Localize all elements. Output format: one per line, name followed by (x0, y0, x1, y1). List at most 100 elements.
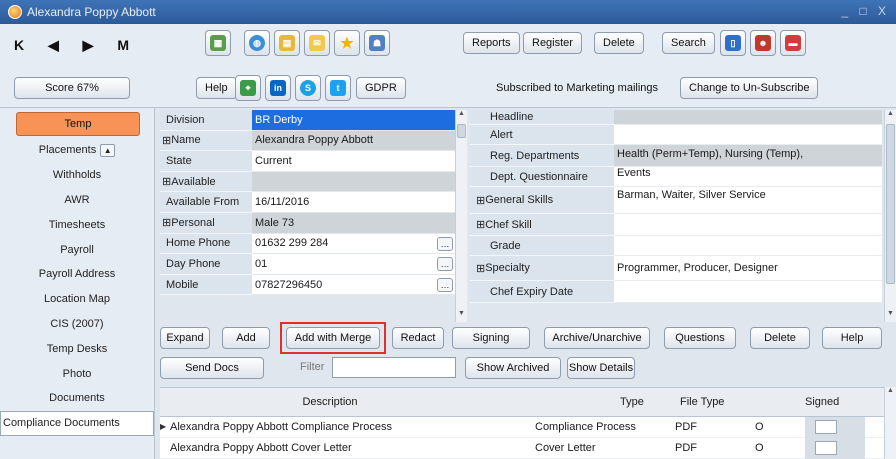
expand-icon[interactable]: ⊞ (476, 262, 485, 275)
signed-checkbox[interactable] (815, 441, 837, 455)
expand-icon[interactable]: ⊞ (162, 175, 171, 188)
grade-field[interactable] (614, 236, 882, 256)
field-label-text: Chef Skill (485, 218, 532, 231)
sidebar-item-location-map[interactable]: Location Map (0, 287, 154, 312)
general-skills-field[interactable]: Barman, Waiter, Silver Service (614, 187, 882, 214)
send-docs-button[interactable]: Send Docs (160, 357, 264, 379)
sidebar-item-placements[interactable]: Placements ▲ (0, 138, 154, 163)
sidebar-item-withholds[interactable]: Withholds (0, 163, 154, 188)
ellipsis-icon[interactable]: … (437, 277, 453, 292)
show-details-button[interactable]: Show Details (567, 357, 635, 379)
expand-icon[interactable]: ⊞ (476, 194, 485, 207)
window-controls[interactable]: _ □ X (841, 4, 890, 18)
mail-button[interactable]: ✉ (304, 30, 330, 56)
personal-field[interactable]: Male 73 (252, 212, 455, 234)
record-navigation[interactable]: K ◀ ▶ M (14, 37, 139, 54)
scroll-up-icon[interactable]: ▲ (456, 110, 467, 122)
expand-button[interactable]: Expand (160, 327, 210, 349)
day-phone-field[interactable]: 01… (252, 254, 455, 275)
help-docs-button[interactable]: Help (822, 327, 882, 349)
expand-icon[interactable]: ⊞ (162, 134, 171, 147)
expand-icon[interactable]: ⊞ (476, 218, 485, 231)
score-button[interactable]: Score 67% (14, 77, 130, 99)
map-button[interactable]: ⌖ (235, 75, 261, 101)
gdpr-button[interactable]: GDPR (356, 77, 406, 99)
sidebar-item-label: AWR (64, 193, 90, 206)
scroll-thumb[interactable] (457, 124, 466, 138)
left-grid-scrollbar[interactable]: ▲ ▼ (455, 110, 467, 322)
reports-button[interactable]: Reports (463, 32, 520, 54)
search-button[interactable]: Search (662, 32, 715, 54)
table-row[interactable]: Alexandra Poppy Abbott Cover Letter Cove… (160, 437, 890, 459)
filter-input[interactable] (332, 357, 456, 378)
scroll-up-icon[interactable]: ▲ (885, 110, 896, 122)
sidebar-item-cis[interactable]: CIS (2007) (0, 312, 154, 337)
name-field[interactable]: Alexandra Poppy Abbott (252, 130, 455, 152)
change-subscribe-button[interactable]: Change to Un-Subscribe (680, 77, 819, 99)
reg-departments-field[interactable]: Health (Perm+Temp), Nursing (Temp), (614, 145, 882, 167)
alert-field[interactable] (614, 125, 882, 145)
add-button[interactable]: Add (222, 327, 270, 349)
calculator-button[interactable]: ▦ (205, 30, 231, 56)
archive-unarchive-button[interactable]: Archive/Unarchive (544, 327, 650, 349)
questions-button[interactable]: Questions (664, 327, 736, 349)
available-from-field[interactable]: 16/11/2016 (252, 192, 455, 213)
delete-document-button[interactable]: Delete (750, 327, 810, 349)
field-label: ⊞ Personal (160, 212, 252, 234)
register-button[interactable]: Register (523, 32, 582, 54)
division-field[interactable]: BR Derby (252, 110, 455, 131)
sidebar-item-photo[interactable]: Photo (0, 361, 154, 386)
column-header-file-type[interactable]: File Type (670, 396, 780, 408)
scroll-up-icon[interactable]: ▲ (885, 387, 896, 399)
exit-button[interactable]: ▯ (720, 30, 746, 56)
contact-button[interactable]: ☗ (364, 30, 390, 56)
table-scrollbar[interactable]: ▲ (884, 387, 896, 459)
available-field[interactable] (252, 171, 455, 193)
specialty-field[interactable]: Programmer, Producer, Designer (614, 256, 882, 281)
chef-skill-field[interactable] (614, 214, 882, 236)
sidebar-item-payroll-address[interactable]: Payroll Address (0, 262, 154, 287)
sidebar-item-payroll[interactable]: Payroll (0, 237, 154, 262)
star-button[interactable]: ★ (334, 30, 360, 56)
ellipsis-icon[interactable]: … (437, 257, 453, 272)
signing-button[interactable]: Signing (452, 327, 530, 349)
sidebar-item-temp[interactable]: Temp (16, 112, 140, 136)
mobile-field[interactable]: 07827296450… (252, 274, 455, 296)
sidebar-item-timesheets[interactable]: Timesheets (0, 212, 154, 237)
sidebar-item-documents[interactable]: Documents (0, 386, 154, 411)
right-grid-scrollbar[interactable]: ▲ ▼ (884, 110, 896, 322)
add-with-merge-button[interactable]: Add with Merge (286, 327, 380, 349)
print-button[interactable]: ▬ (780, 30, 806, 56)
ellipsis-icon[interactable]: … (437, 236, 453, 251)
globe-button[interactable]: ◍ (244, 30, 270, 56)
help-button[interactable]: Help (196, 77, 237, 99)
field-label: Dept. Questionnaire (470, 167, 614, 187)
home-phone-field[interactable]: 01632 299 284… (252, 233, 455, 255)
column-header-description[interactable]: Description (160, 396, 500, 408)
linkedin-button[interactable]: in (265, 75, 291, 101)
column-header-signed[interactable]: Signed (780, 396, 850, 408)
show-archived-button[interactable]: Show Archived (465, 357, 561, 379)
sidebar-item-label: Placements (38, 144, 97, 157)
scroll-thumb[interactable] (886, 124, 895, 284)
twitter-button[interactable]: t (325, 75, 351, 101)
collapse-icon[interactable]: ▲ (100, 143, 116, 157)
column-header-type[interactable]: Type (500, 396, 670, 408)
state-field[interactable]: Current (252, 151, 455, 172)
scroll-down-icon[interactable]: ▼ (885, 310, 896, 322)
calendar-button[interactable]: ▤ (274, 30, 300, 56)
expand-icon[interactable]: ⊞ (162, 216, 171, 229)
redact-button[interactable]: Redact (392, 327, 444, 349)
scroll-down-icon[interactable]: ▼ (456, 310, 467, 322)
signed-checkbox[interactable] (815, 420, 837, 434)
table-row[interactable]: ▶ Alexandra Poppy Abbott Compliance Proce… (160, 416, 890, 438)
sidebar-item-temp-desks[interactable]: Temp Desks (0, 336, 154, 361)
dept-questionnaire-field[interactable]: Events (614, 167, 882, 187)
users-button[interactable]: ☻ (750, 30, 776, 56)
skype-button[interactable]: S (295, 75, 321, 101)
headline-field[interactable] (614, 110, 882, 125)
sidebar-item-awr[interactable]: AWR (0, 188, 154, 213)
chef-expiry-date-field[interactable] (614, 281, 882, 303)
delete-record-button[interactable]: Delete (594, 32, 644, 54)
sidebar-item-compliance-documents[interactable]: Compliance Documents (0, 410, 154, 436)
